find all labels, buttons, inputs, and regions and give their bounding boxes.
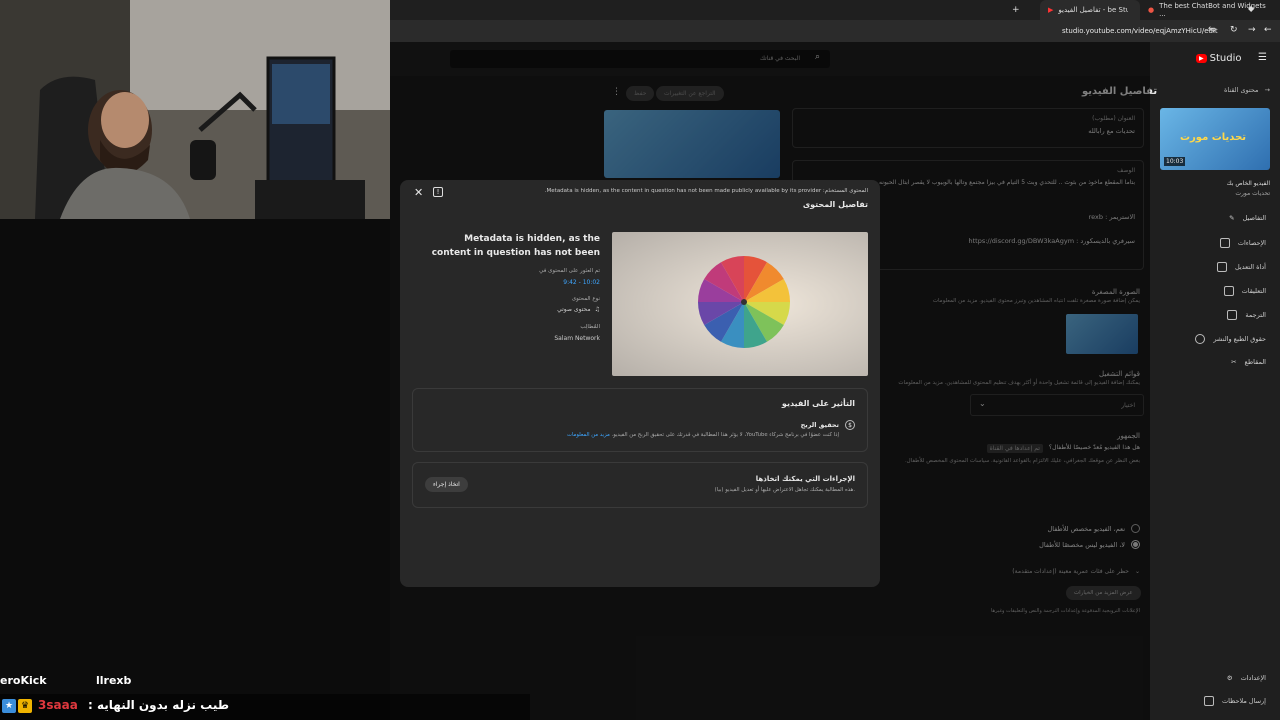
sidebar-video-sub: تحديات مورت [1235, 190, 1270, 197]
chat-line-username: 3saaa [38, 698, 78, 712]
webcam-scene [0, 0, 390, 219]
dialog-header-notice: المحتوى المستخدَم: Metadata is hidden, a… [545, 188, 868, 194]
gear-icon: ⚙ [1226, 674, 1233, 682]
webcam-feed [0, 0, 390, 219]
menu-icon[interactable]: ☰ [1258, 52, 1267, 63]
nav-label: أداة التعديل [1234, 263, 1266, 271]
nav-label: الترجمة [1245, 311, 1266, 319]
thumb-caption: تحديات مورت [1180, 132, 1247, 143]
color-wheel-image [698, 256, 790, 348]
sidebar-video-label: الفيديو الخاص بك [1226, 180, 1270, 187]
impact-item-title: تحقيق الربح [800, 421, 839, 429]
nav-label: الإعدادات [1240, 674, 1266, 682]
header-notice-text: Metadata is hidden, as the content in qu… [544, 188, 822, 194]
url-text[interactable]: studio.youtube.com/video/eqjAmzYHicU/edi… [1062, 27, 1218, 35]
nav-details[interactable]: التفاصيل ✎ [1229, 214, 1266, 222]
thumb-duration: 10:03 [1164, 157, 1186, 166]
impact-title: التأثير على الفيديو [781, 399, 855, 408]
monetization-icon: $ [845, 420, 855, 430]
stream-background [0, 219, 390, 720]
scissors-icon: ✂ [1231, 358, 1237, 366]
editor-icon [1216, 262, 1227, 272]
impact-card: التأثير على الفيديو $ تحقيق الربح إذا كن… [412, 388, 868, 452]
close-icon[interactable]: ✕ [414, 186, 423, 199]
copyright-icon [1195, 334, 1206, 344]
dialog-title: تفاصيل المحتوى [802, 200, 868, 209]
chat-line-message: طيب نزله بدون النهايه : [88, 698, 230, 712]
impact-item-desc-row: إذا كنت عضوًا في برنامج شركاء YouTube، ل… [567, 432, 839, 438]
content-title-text: Metadata is hidden, as the content in qu… [431, 234, 600, 258]
actions-desc: (بيا) هذه المطالبة يمكنك تجاهل الاعتراض … [714, 487, 855, 493]
nav-editor[interactable]: أداة التعديل [1216, 262, 1266, 272]
actions-card: الإجراءات التي يمكنك اتخاذها (بيا) هذه ا… [412, 462, 868, 508]
header-label: المحتوى المستخدَم: [822, 188, 868, 194]
studio-sidebar: → محتوى القناة تحديات مورت 10:03 الفيديو… [1150, 76, 1280, 720]
site-settings-icon[interactable]: ⇋ [1208, 25, 1216, 35]
tab-label: تفاصيل الفيديو - be Studio [1058, 6, 1129, 14]
sidebar-video-thumbnail[interactable]: تحديات مورت 10:03 [1160, 108, 1270, 170]
nav-clips[interactable]: المقاطع ✂ [1231, 358, 1266, 366]
claimant-label: المُطالِب [580, 324, 600, 330]
back-icon[interactable]: ← [1264, 25, 1272, 35]
nav-label: التفاصيل [1242, 214, 1266, 222]
tab-search-icon[interactable]: ◆ [1248, 4, 1254, 13]
comments-icon [1223, 286, 1234, 296]
claimant-value: Salam Network [554, 335, 600, 342]
type-row: ♫ محتوى صوتي [557, 306, 600, 313]
subtitles-icon [1227, 310, 1238, 320]
youtube-favicon-icon: ▶ [1048, 6, 1054, 14]
nav-settings[interactable]: الإعدادات ⚙ [1227, 674, 1266, 682]
browser-tab-active[interactable]: ▶ تفاصيل الفيديو - be Studio [1040, 0, 1140, 20]
studio-logo[interactable]: ▶ Studio [1196, 53, 1241, 64]
music-note-icon: ♫ [594, 306, 600, 313]
feedback-icon [1204, 696, 1215, 706]
nav-comments[interactable]: التعليقات [1223, 286, 1266, 296]
type-value: محتوى صوتي [557, 306, 591, 313]
nav-label: إرسال ملاحظات [1222, 697, 1266, 705]
chat-line-bg [0, 694, 530, 720]
take-action-button[interactable]: اتخاذ إجراء [425, 477, 468, 492]
badge-icon: ★ [2, 699, 16, 713]
address-bar: studio.youtube.com/video/eqjAmzYHicU/edi… [390, 20, 1280, 42]
reload-icon[interactable]: ↻ [1230, 25, 1238, 35]
chatbot-favicon-icon: ● [1148, 6, 1155, 14]
pencil-icon: ✎ [1229, 214, 1235, 222]
new-tab-icon[interactable]: + [1012, 5, 1020, 15]
nav-feedback[interactable]: إرسال ملاحظات [1204, 696, 1266, 706]
content-details-dialog: ✕ ! المحتوى المستخدَم: Metadata is hidde… [400, 180, 880, 587]
crown-badge-icon: ♛ [18, 699, 32, 713]
nav-copyright[interactable]: حقوق الطبع والنشر [1195, 334, 1266, 344]
nav-label: حقوق الطبع والنشر [1213, 335, 1266, 343]
actions-title: الإجراءات التي يمكنك اتخاذها [755, 475, 855, 483]
found-label: تم العثور على المحتوى في [539, 268, 600, 274]
logo-text: Studio [1209, 53, 1242, 64]
nav-subtitles[interactable]: الترجمة [1227, 310, 1266, 320]
back-to-content[interactable]: → محتوى القناة [1224, 86, 1270, 94]
nav-label: التعليقات [1241, 287, 1266, 295]
learn-more-link[interactable]: مزيد من المعلومات [567, 432, 610, 438]
back-arrow-icon: → [1264, 86, 1270, 94]
report-icon[interactable]: ! [433, 187, 443, 197]
nav-label: المقاطع [1244, 358, 1266, 366]
type-label: نوع المحتوى [571, 296, 600, 302]
chat-username-2: llrexb [96, 674, 132, 687]
back-label: محتوى القناة [1223, 86, 1259, 94]
nav-analytics[interactable]: الإحصاءات [1219, 238, 1266, 248]
browser-tab-bar: ● The best ChatBot and Widgets ... ▶ تفا… [390, 0, 1280, 20]
browser-tab[interactable]: ● The best ChatBot and Widgets ... [1140, 0, 1280, 20]
found-value[interactable]: 9:42 - 10:02 [563, 279, 600, 286]
chat-username-1: eroKick [0, 674, 47, 687]
youtube-logo-icon: ▶ [1196, 54, 1207, 63]
content-thumbnail [612, 232, 868, 376]
forward-icon[interactable]: → [1248, 25, 1256, 35]
content-title: Metadata is hidden, as the content in qu… [422, 232, 600, 260]
nav-label: الإحصاءات [1237, 239, 1266, 247]
analytics-icon [1219, 238, 1230, 248]
tab-label: The best ChatBot and Widgets ... [1159, 2, 1266, 18]
impact-item-desc: إذا كنت عضوًا في برنامج شركاء YouTube، ل… [611, 432, 839, 438]
